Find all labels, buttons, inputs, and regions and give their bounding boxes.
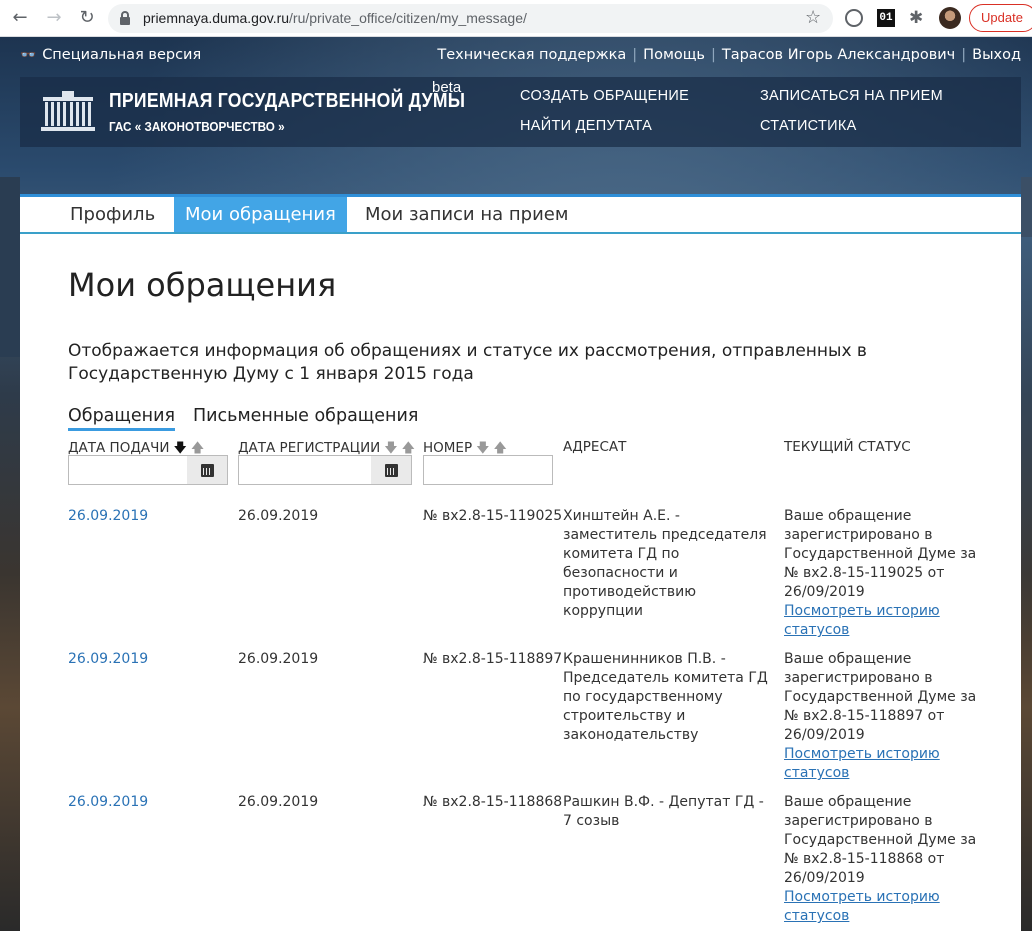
main-content: Мои обращения Отображается информация об… <box>20 234 1021 931</box>
extensions-puzzle-icon[interactable]: ✱ <box>909 9 927 27</box>
user-name-link[interactable]: Тарасов Игорь Александрович <box>722 47 955 63</box>
row-status: Ваше обращение зарегистрировано в Госуда… <box>784 650 989 783</box>
date-registration-calendar-button[interactable] <box>371 455 412 485</box>
beta-label: beta <box>432 79 462 96</box>
row-status: Ваше обращение зарегистрировано в Госуда… <box>784 507 989 640</box>
row-addressee: Крашенинников П.В. - Председатель комите… <box>563 651 768 743</box>
duma-building-logo-icon[interactable] <box>40 89 96 131</box>
nav-statistics[interactable]: СТАТИСТИКА <box>760 118 857 134</box>
date-submit-filter-input[interactable] <box>68 455 188 485</box>
background-building <box>1021 177 1032 237</box>
nav-make-appointment[interactable]: ЗАПИСАТЬСЯ НА ПРИЕМ <box>760 88 943 104</box>
subtab-requests[interactable]: Обращения <box>68 406 175 431</box>
number-filter-input[interactable] <box>423 455 553 485</box>
subtab-written-requests[interactable]: Письменные обращения <box>193 406 418 426</box>
row-status-text: Ваше обращение зарегистрировано в Госуда… <box>784 651 977 743</box>
site-subtitle: ГАС « ЗАКОНОТВОРЧЕСТВО » <box>109 119 285 134</box>
tab-profile[interactable]: Профиль <box>70 197 155 232</box>
logout-link[interactable]: Выход <box>972 47 1021 63</box>
background-building <box>0 177 20 357</box>
forward-arrow-icon[interactable]: → <box>44 8 64 28</box>
special-version-link[interactable]: 👓 Специальная версия <box>20 47 201 63</box>
header-addressee: АДРЕСАТ <box>563 439 627 455</box>
row-status: Ваше обращение зарегистрировано в Госуда… <box>784 793 989 926</box>
extension-globe-icon[interactable] <box>845 9 863 27</box>
nav-find-deputy[interactable]: НАЙТИ ДЕПУТАТА <box>520 118 652 134</box>
top-bar: 👓 Специальная версия Техническая поддержк… <box>0 37 1032 75</box>
reload-icon[interactable]: ↻ <box>77 8 97 28</box>
site-title[interactable]: ПРИЕМНАЯ ГОСУДАРСТВЕННОЙ ДУМЫ <box>109 90 465 113</box>
row-number: № вх2.8-15-118868 <box>423 794 563 810</box>
page-title: Мои обращения <box>68 266 337 304</box>
row-date-submit-link[interactable]: 26.09.2019 <box>68 793 148 812</box>
profile-avatar[interactable] <box>939 7 961 29</box>
calendar-icon <box>385 464 398 477</box>
row-date-registration: 26.09.2019 <box>238 794 319 810</box>
extension-01-icon[interactable]: 01 <box>877 9 895 27</box>
bookmark-star-icon[interactable]: ☆ <box>805 7 821 28</box>
row-date-submit-link[interactable]: 26.09.2019 <box>68 650 148 669</box>
address-bar[interactable]: priemnaya.duma.gov.ru/ru/private_office/… <box>108 4 833 33</box>
update-button[interactable]: Update <box>969 4 1032 32</box>
tab-my-appointments[interactable]: Мои записи на прием <box>365 197 568 232</box>
tab-my-messages[interactable]: Мои обращения <box>174 197 347 232</box>
browser-toolbar: ← → ↻ priemnaya.duma.gov.ru/ru/private_o… <box>0 0 1032 37</box>
header-status: ТЕКУЩИЙ СТАТУС <box>784 439 911 455</box>
date-submit-calendar-button[interactable] <box>187 455 228 485</box>
status-history-link[interactable]: Посмотреть историю статусов <box>784 888 989 926</box>
row-date-registration: 26.09.2019 <box>238 651 319 667</box>
date-registration-filter-input[interactable] <box>238 455 372 485</box>
support-link[interactable]: Техническая поддержка <box>437 47 626 63</box>
row-addressee: Рашкин В.Ф. - Депутат ГД - 7 созыв <box>563 794 764 829</box>
row-number: № вх2.8-15-118897 <box>423 651 563 667</box>
row-date-registration: 26.09.2019 <box>238 508 319 524</box>
help-link[interactable]: Помощь <box>643 47 705 63</box>
url-text[interactable]: priemnaya.duma.gov.ru/ru/private_office/… <box>143 10 527 26</box>
intro-text: Отображается информация об обращениях и … <box>68 341 867 384</box>
top-links: Техническая поддержка | Помощь | Тарасов Иго… <box>437 47 1021 63</box>
status-history-link[interactable]: Посмотреть историю статусов <box>784 602 989 640</box>
back-arrow-icon[interactable]: ← <box>10 8 30 28</box>
site-background: 👓 Специальная версия Техническая поддержк… <box>0 37 1032 931</box>
glasses-icon: 👓 <box>20 48 37 63</box>
site-header: ПРИЕМНАЯ ГОСУДАРСТВЕННОЙ ДУМЫ ГАС « ЗАКО… <box>20 77 1021 147</box>
row-addressee: Хинштейн А.Е. - заместитель председателя… <box>563 508 767 619</box>
row-status-text: Ваше обращение зарегистрировано в Госуда… <box>784 794 977 886</box>
profile-tabs: Профиль Мои обращения Мои записи на прие… <box>20 194 1021 234</box>
nav-create-request[interactable]: СОЗДАТЬ ОБРАЩЕНИЕ <box>520 88 689 104</box>
row-number: № вх2.8-15-119025 <box>423 508 563 524</box>
status-history-link[interactable]: Посмотреть историю статусов <box>784 745 989 783</box>
lock-icon[interactable] <box>120 11 130 25</box>
row-date-submit-link[interactable]: 26.09.2019 <box>68 507 148 526</box>
calendar-icon <box>201 464 214 477</box>
row-status-text: Ваше обращение зарегистрировано в Госуда… <box>784 508 977 600</box>
